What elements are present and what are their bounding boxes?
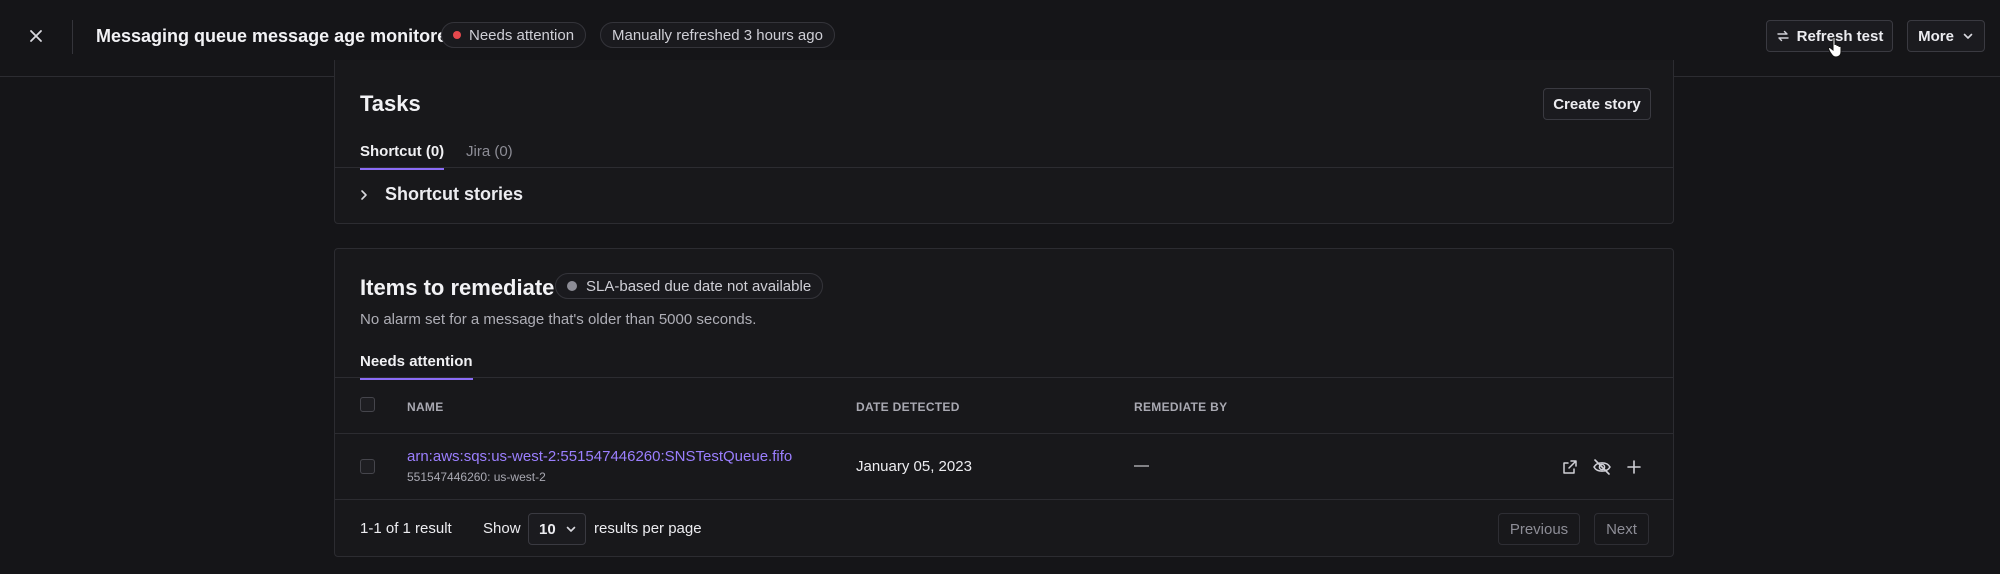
tasks-title: Tasks (360, 91, 421, 116)
status-dot-icon (453, 31, 461, 39)
close-icon[interactable] (24, 24, 48, 48)
select-all-checkbox[interactable] (360, 397, 375, 412)
sla-badge: SLA-based due date not available (555, 273, 824, 299)
status-badge: Needs attention (441, 22, 587, 48)
create-story-button[interactable]: Create story (1543, 88, 1651, 120)
refresh-status-label: Manually refreshed 3 hours ago (612, 26, 823, 44)
page-title: Messaging queue message age monitored (96, 26, 459, 46)
refresh-status-badge: Manually refreshed 3 hours ago (600, 22, 835, 48)
resource-link[interactable]: arn:aws:sqs:us-west-2:551547446260:SNSTe… (407, 448, 792, 465)
info-icon (567, 281, 577, 291)
remediate-by-value: — (1134, 457, 1149, 474)
next-label: Next (1606, 520, 1637, 538)
per-page-suffix: results per page (594, 520, 702, 537)
hand-cursor-icon (1827, 36, 1845, 63)
date-detected-value: January 05, 2023 (856, 458, 972, 475)
create-story-label: Create story (1553, 95, 1641, 113)
remediate-title: Items to remediate (360, 275, 555, 300)
previous-label: Previous (1509, 520, 1569, 538)
tabs-divider (335, 167, 1673, 168)
column-remediate-by[interactable]: REMEDIATE BY (1134, 400, 1227, 414)
chevron-down-icon (1963, 33, 1973, 39)
tasks-card: Tasks Create story Shortcut (0) Jira (0)… (334, 60, 1674, 224)
chevron-down-icon (566, 526, 576, 532)
more-label: More (1918, 27, 1954, 45)
header-divider (335, 433, 1673, 434)
resource-account-region: 551547446260: us-west-2 (407, 470, 546, 484)
row-checkbox[interactable] (360, 459, 375, 474)
tab-jira[interactable]: Jira (0) (466, 143, 513, 168)
column-date-detected[interactable]: DATE DETECTED (856, 400, 960, 414)
tab-shortcut[interactable]: Shortcut (0) (360, 143, 445, 170)
show-label: Show (483, 520, 521, 537)
per-page-select[interactable]: 10 (528, 513, 586, 545)
pagination-summary: 1-1 of 1 result (360, 520, 452, 537)
chevron-right-icon (361, 189, 367, 200)
external-link-icon[interactable] (1559, 456, 1581, 478)
shortcut-stories-label: Shortcut stories (385, 184, 524, 204)
sla-badge-label: SLA-based due date not available (586, 277, 812, 295)
more-button[interactable]: More (1907, 20, 1985, 52)
plus-icon[interactable] (1623, 456, 1645, 478)
column-name[interactable]: NAME (407, 400, 444, 414)
tab-divider (335, 377, 1673, 378)
shortcut-stories-toggle[interactable]: Shortcut stories (357, 184, 523, 205)
per-page-value: 10 (539, 520, 556, 538)
status-badge-label: Needs attention (469, 26, 575, 44)
tab-needs-attention[interactable]: Needs attention (360, 353, 473, 380)
divider (72, 20, 73, 54)
remediate-description: No alarm set for a message that's older … (360, 311, 757, 328)
eye-off-icon[interactable] (1591, 456, 1613, 478)
previous-button[interactable]: Previous (1498, 513, 1580, 545)
row-divider (335, 499, 1673, 500)
refresh-icon (1776, 30, 1789, 42)
remediate-card: Items to remediate SLA-based due date no… (334, 248, 1674, 557)
next-button[interactable]: Next (1594, 513, 1649, 545)
